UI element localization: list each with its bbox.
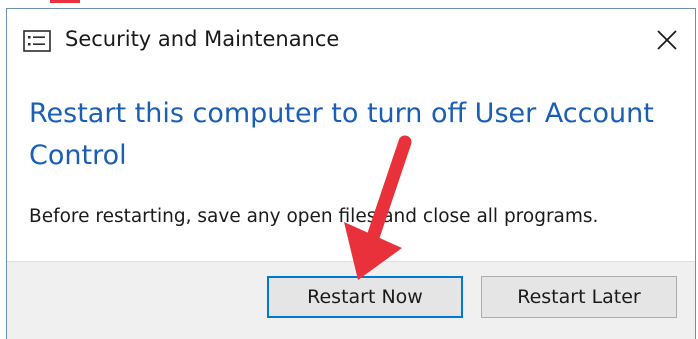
red-mark-decoration (50, 0, 80, 3)
dialog-message: Before restarting, save any open files a… (29, 206, 599, 227)
screenshot-page: Security and Maintenance Restart this co… (0, 0, 698, 339)
dialog-heading: Restart this computer to turn off User A… (29, 98, 654, 171)
close-button[interactable] (649, 22, 685, 58)
window-title: Security and Maintenance (65, 27, 340, 51)
close-icon (657, 30, 677, 50)
security-maintenance-icon (23, 30, 51, 52)
title-bar: Security and Maintenance (7, 9, 695, 71)
restart-later-button[interactable]: Restart Later (481, 276, 677, 318)
restart-now-button[interactable]: Restart Now (267, 276, 463, 318)
